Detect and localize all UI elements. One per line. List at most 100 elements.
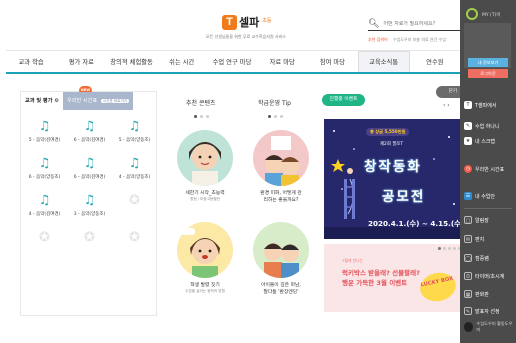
subject-label: 5 - 음악(김여경) xyxy=(28,138,61,143)
add-subject-slot[interactable]: ✪ xyxy=(113,225,156,262)
banner-title-2: 공모전 xyxy=(382,189,426,205)
subject-label: 6 - 음악(김여경) xyxy=(73,175,106,180)
sidebar-item-label: 수업 하나니 xyxy=(475,123,500,130)
top-header: T 셀파 초등 모든 선생님들을 위한 무료 교수학습지원 서비스 🔍︎ 추천 … xyxy=(6,6,464,48)
subject-grid: ♫ 5 - 음악(김여경) ♫ 6 - 음악(김여경) ♫ 5 - 음악(양동조) ♫… xyxy=(21,110,156,266)
search-icon[interactable]: 🔍︎ xyxy=(368,19,379,29)
nav-item-assessment[interactable]: 평가 자료 xyxy=(56,57,106,66)
tips-pager[interactable] xyxy=(268,115,283,118)
sidebar-item-label: T셀파에서 xyxy=(475,102,497,109)
music-note-icon: ♫ xyxy=(83,119,96,134)
sidebar-item-tsellpa[interactable]: T T셀파에서 xyxy=(464,99,514,111)
nav-item-creative[interactable]: 창의적 체험활동 xyxy=(106,57,156,66)
sidebar-item-label: 발표자 선정 xyxy=(475,308,500,315)
card-caption: 세한기 시작_초능력 xyxy=(185,191,225,196)
sidebar-item-notice[interactable]: ▢ 알림장 xyxy=(464,214,514,226)
banner2-line1: 럭키박스 받을래? 선물할래? xyxy=(342,269,420,277)
card-sub: 청정 / 미중고등혈안 xyxy=(190,197,220,201)
right-sidebar: MY (T)이 내 정보보기 로그아웃 T T셀파에서 ✎ 수업 하나니 ★ 내 스크… xyxy=(460,0,516,343)
music-note-icon: ♫ xyxy=(38,119,51,134)
banner-title-1: 창작동화 xyxy=(364,159,422,175)
pick-icon: ✎ xyxy=(464,307,472,315)
logout-button[interactable]: 로그아웃 xyxy=(468,69,508,78)
sidebar-item-pick[interactable]: ✎ 발표자 선정 xyxy=(464,305,514,317)
subject-cell[interactable]: ♫ 4 - 음악(양동조) xyxy=(113,151,156,188)
tip-card[interactable]: 환경 미화, 어떻게 관 리하는 좋을까요? xyxy=(250,130,312,204)
placeholder-icon: ✪ xyxy=(39,230,50,245)
subject-cell[interactable]: ♫ 3 - 음악(양동조) xyxy=(68,188,111,225)
nav-item-resources[interactable]: 자료 마당 xyxy=(257,57,307,66)
subject-cell[interactable]: ♫ 4 - 음악(김여경) xyxy=(23,188,66,225)
tagline: 모든 선생님들을 위한 무료 교수학습지원 서비스 xyxy=(206,34,286,39)
site-logo[interactable]: T 셀파 초등 xyxy=(222,14,271,30)
subject-cell[interactable]: ♫ 5 - 음악(양동조) xyxy=(113,114,156,151)
sidebar-item-stopwatch[interactable]: ⏱ 타이머/초시계 xyxy=(464,270,514,282)
sidebar-item-label: 알림장 xyxy=(475,217,489,224)
recommended-pager[interactable] xyxy=(194,115,209,118)
subject-cell[interactable]: ♫ 6 - 음악(양동조) xyxy=(23,151,66,188)
events-tab[interactable]: 진행중 이벤트 xyxy=(322,94,365,106)
search-input[interactable] xyxy=(383,20,464,27)
nav-item-break[interactable]: 쉬는 시간 xyxy=(157,57,207,66)
logo-sub: 초등 xyxy=(262,17,272,24)
my-t-label[interactable]: MY (T)이 xyxy=(482,12,500,18)
sidebar-item-label: 판화판 xyxy=(475,291,489,298)
keywords-list[interactable]: 수업도우미 보충 의료 연간 수업 xyxy=(393,37,446,42)
sidebar-item-lesson-plan[interactable]: ☰ 내 수업안 xyxy=(464,190,514,202)
subject-panel: NEW 교과 및 평가 ⚙ 우리반 시간표 시간표 바로가기 ♫ 5 - 음악(김… xyxy=(20,86,157,316)
tip-card[interactable]: 아이들이 깊은 마남, 말다툼 '환장엔딩' xyxy=(250,222,312,296)
class-icon: ✎ xyxy=(464,122,472,130)
card-image xyxy=(177,130,233,186)
nav-item-participation[interactable]: 참여 마당 xyxy=(307,57,357,66)
placeholder-icon: ✪ xyxy=(129,193,140,208)
profile-icon[interactable] xyxy=(466,8,478,20)
event-banner-luckybox[interactable]: 7월에 만나는 럭키박스 받을래? 선물할래? 행운 가득한 3월 이벤트 LU… xyxy=(324,244,464,312)
gear-icon[interactable]: ⚙ xyxy=(54,98,59,104)
helper-label: 수업도우미 활동도우미 xyxy=(476,321,513,332)
tab-timetable-label: 우리반 시간표 xyxy=(66,98,98,104)
sidebar-item-class[interactable]: ✎ 수업 하나니 xyxy=(464,120,514,132)
timetable-shortcut[interactable]: 시간표 바로가기 xyxy=(100,99,130,103)
add-subject-slot[interactable]: ✪ xyxy=(113,188,156,225)
banner-prize: 총 상금 5,550만원 xyxy=(366,128,410,136)
add-subject-slot[interactable]: ✪ xyxy=(23,225,66,262)
sidebar-item-label: 타이머/초시계 xyxy=(475,273,505,280)
close-panel-button[interactable]: 닫기 xyxy=(436,86,460,98)
nav-item-subjects[interactable]: 교과 학습 xyxy=(6,57,56,66)
sidebar-item-timetable[interactable]: ◷ 우리반 시간표 xyxy=(464,163,514,175)
card-caption-2: 말다툼 '환장엔딩' xyxy=(263,290,299,295)
sidebar-item-label: 내 스크랩 xyxy=(475,138,495,145)
subject-cell[interactable]: ♫ 6 - 음악(김여경) xyxy=(68,151,111,188)
sidebar-item-board[interactable]: ▦ 판화판 xyxy=(464,288,514,300)
sidebar-divider xyxy=(464,208,512,209)
nav-item-research[interactable]: 수업 연구 마당 xyxy=(207,57,257,66)
banner-subtitle: 제2회 필쪼T xyxy=(380,142,404,147)
nav-item-training[interactable]: 연수원 xyxy=(410,57,460,66)
sidebar-item-letter[interactable]: ✉ 편지 xyxy=(464,233,514,245)
card-caption: 아이들이 깊은 마남, xyxy=(261,283,301,288)
my-info-button[interactable]: 내 정보보기 xyxy=(468,58,508,67)
keywords-label: 추천 검색어 xyxy=(368,37,388,42)
tab-timetable[interactable]: 우리반 시간표 시간표 바로가기 xyxy=(62,92,134,110)
clock-icon: ◷ xyxy=(464,165,472,173)
sidebar-helper[interactable]: 수업도우미 활동도우미 xyxy=(464,318,514,336)
recommended-card[interactable]: 학생 발령 짓기 수업을 살리는 동작의 방법 xyxy=(174,222,236,294)
sidebar-item-timer[interactable]: ◯ 점중램 xyxy=(464,252,514,264)
board-icon: ▦ xyxy=(464,290,472,298)
subject-cell[interactable]: ♫ 5 - 음악(김여경) xyxy=(23,114,66,151)
event-banner-fairytale[interactable]: 총 상금 5,550만원 제2회 필쪼T 창작동화 공모전 2020.4.1.(… xyxy=(324,119,464,239)
recommended-keywords: 추천 검색어 수업도우미 보충 의료 연간 수업 xyxy=(368,37,446,43)
subject-label: 3 - 음악(양동조) xyxy=(73,212,106,217)
panel-tabs: 교과 및 평가 ⚙ 우리반 시간표 시간표 바로가기 xyxy=(21,92,156,110)
banner2-pager[interactable] xyxy=(438,247,461,250)
tab-subjects[interactable]: 교과 및 평가 ⚙ xyxy=(21,92,63,110)
sidebar-item-scrap[interactable]: ★ 내 스크랩 xyxy=(464,135,514,147)
nav-item-news[interactable]: 교육소식통 xyxy=(357,51,410,72)
add-subject-slot[interactable]: ✪ xyxy=(68,225,111,262)
music-note-icon: ♫ xyxy=(128,119,141,134)
banner-pager[interactable]: ‹ › xyxy=(443,102,450,109)
tsellpa-icon: T xyxy=(464,101,472,109)
recommended-card[interactable]: 세한기 시작_초능력 청정 / 미중고등혈안 xyxy=(174,130,236,202)
search-box[interactable]: 🔍︎ xyxy=(368,17,464,31)
subject-cell[interactable]: ♫ 6 - 음악(김여경) xyxy=(68,114,111,151)
